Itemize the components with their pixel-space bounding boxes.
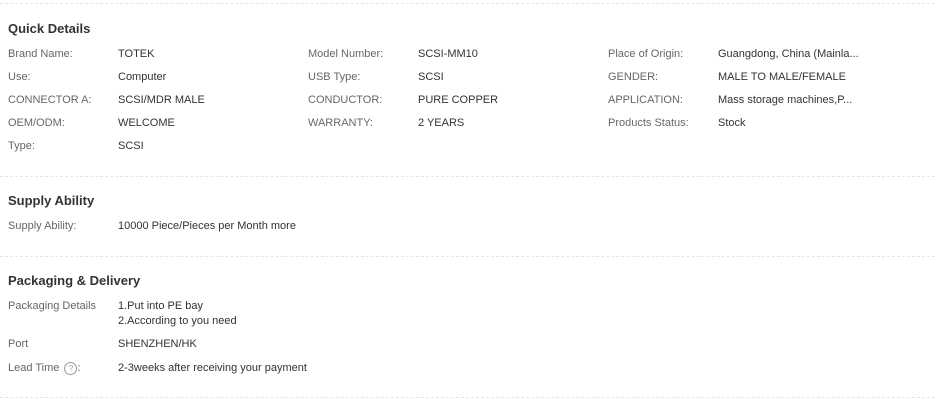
section-divider	[0, 176, 935, 177]
quick-details-title: Quick Details	[8, 21, 91, 36]
gender-value: MALE TO MALE/FEMALE	[718, 71, 846, 83]
lead-time-label: Lead Time	[8, 362, 60, 374]
packaging-details-label: Packaging Details	[8, 300, 97, 312]
lead-time-colon: :	[77, 362, 81, 374]
connector-a-label: CONNECTOR A:	[8, 94, 92, 106]
supply-ability-value: 10000 Piece/Pieces per Month more	[118, 220, 296, 232]
brand-name-label: Brand Name:	[8, 48, 73, 60]
products-status-value: Stock	[718, 117, 746, 129]
section-divider	[0, 256, 935, 257]
lead-time-label-group: Lead Time ?:	[8, 361, 81, 376]
application-label: APPLICATION:	[608, 94, 683, 106]
type-value: SCSI	[118, 140, 144, 152]
oem-odm-value: WELCOME	[118, 117, 175, 129]
place-of-origin-label: Place of Origin:	[608, 48, 684, 60]
oem-odm-label: OEM/ODM:	[8, 117, 65, 129]
connector-a-value: SCSI/MDR MALE	[118, 94, 205, 106]
bottom-divider	[0, 397, 935, 398]
products-status-label: Products Status:	[608, 117, 689, 129]
help-icon[interactable]: ?	[64, 362, 78, 375]
packaging-delivery-title: Packaging & Delivery	[8, 273, 141, 288]
type-label: Type:	[8, 140, 35, 152]
supply-ability-label: Supply Ability:	[8, 220, 77, 232]
conductor-value: PURE COPPER	[418, 94, 499, 106]
model-number-label: Model Number:	[308, 48, 384, 60]
packaging-details-line-2: 2.According to you need	[118, 315, 237, 327]
warranty-label: WARRANTY:	[308, 117, 373, 129]
model-number-value: SCSI-MM10	[418, 48, 478, 60]
application-value: Mass storage machines,P...	[718, 94, 853, 106]
top-divider	[0, 3, 935, 4]
port-label: Port	[8, 338, 29, 350]
gender-label: GENDER:	[608, 71, 659, 83]
supply-ability-title: Supply Ability	[8, 193, 95, 208]
port-value: SHENZHEN/HK	[118, 338, 197, 350]
usb-type-value: SCSI	[418, 71, 444, 83]
warranty-value: 2 YEARS	[418, 117, 465, 129]
lead-time-value: 2-3weeks after receiving your payment	[118, 362, 307, 374]
place-of-origin-value: Guangdong, China (Mainla...	[718, 48, 859, 60]
use-value: Computer	[118, 71, 167, 83]
usb-type-label: USB Type:	[308, 71, 361, 83]
use-label: Use:	[8, 71, 31, 83]
packaging-details-line-1: 1.Put into PE bay	[118, 300, 203, 312]
brand-name-value: TOTEK	[118, 48, 155, 60]
conductor-label: CONDUCTOR:	[308, 94, 383, 106]
